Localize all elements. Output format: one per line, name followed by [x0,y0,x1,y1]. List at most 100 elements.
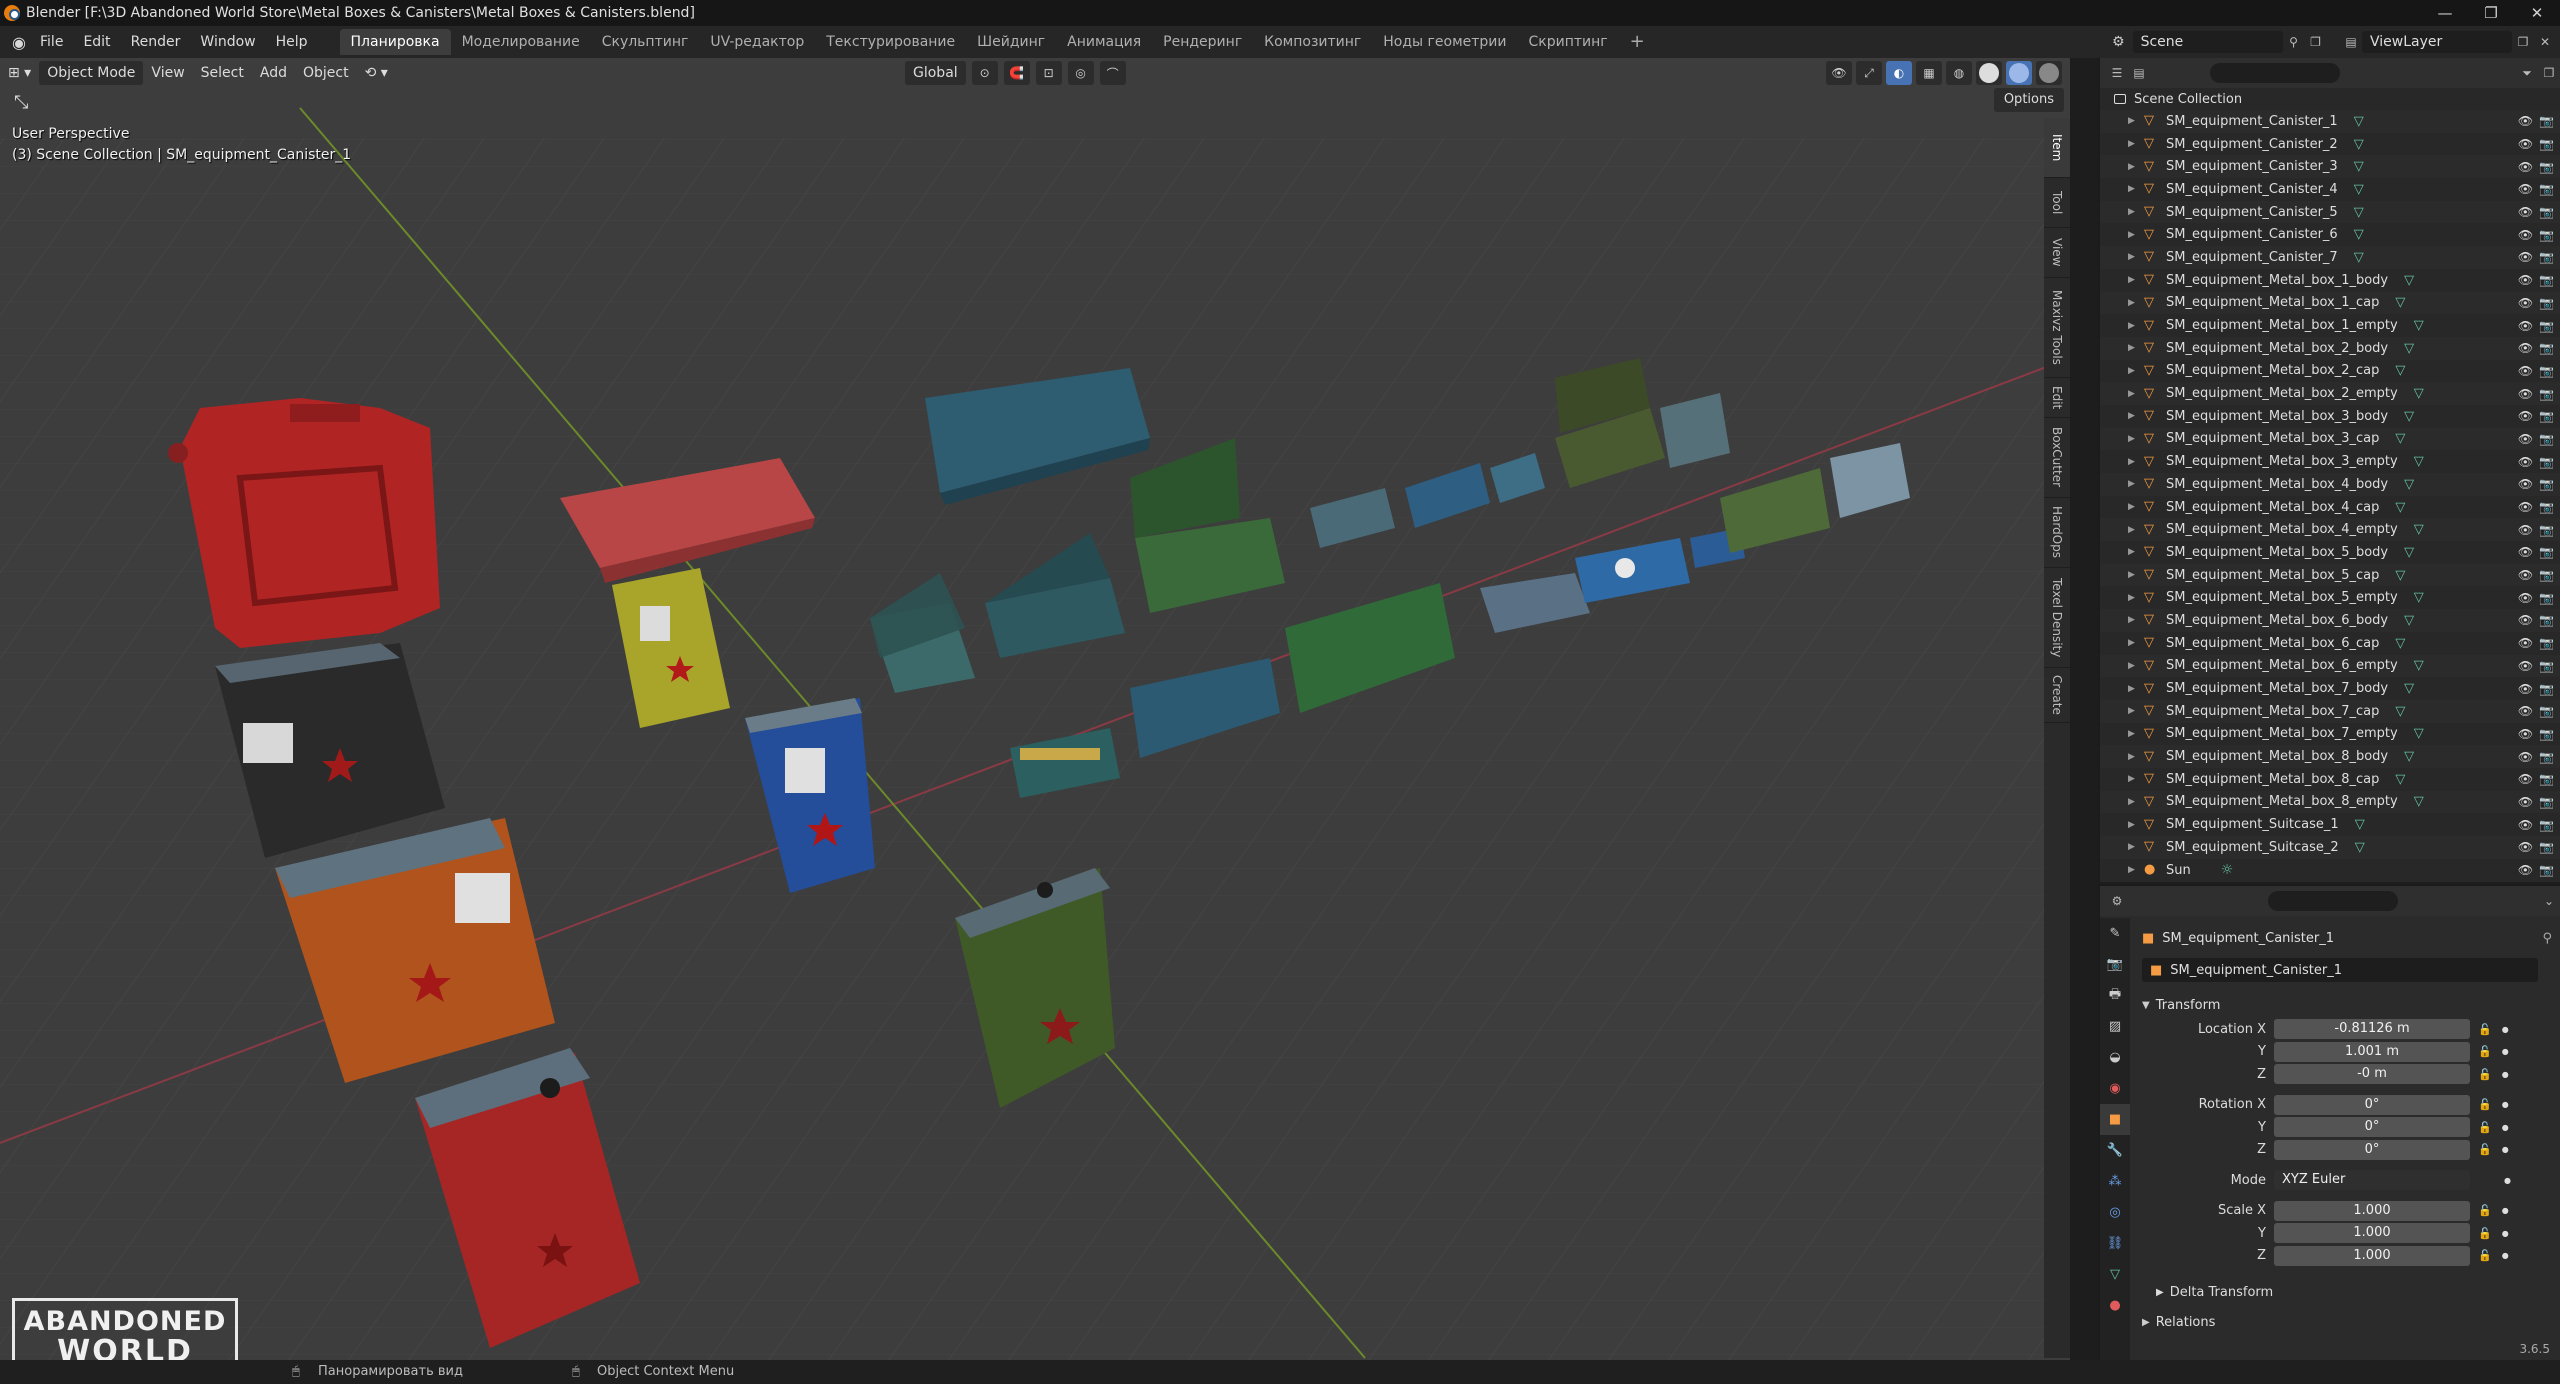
outliner-row[interactable]: ▶ ▽ SM_equipment_Canister_3 ▽ 👁 📷 [2100,155,2560,179]
view-layer-name-field[interactable]: ViewLayer [2362,31,2512,53]
scale-x-field[interactable]: 1.000 [2274,1200,2470,1221]
expand-arrow-icon[interactable]: ▶ [2128,252,2142,262]
eye-icon[interactable]: 👁 [2518,137,2533,151]
eye-icon[interactable]: 👁 [2518,863,2533,877]
menu-select[interactable]: Select [193,61,252,85]
camera-icon[interactable]: 📷 [2539,114,2554,128]
eye-icon[interactable]: 👁 [2518,364,2533,378]
mesh-data-icon[interactable]: ▽ [2404,477,2414,492]
orientation-dropdown[interactable]: Global [905,61,966,85]
tab-boxcutter[interactable]: BoxCutter [2044,418,2070,498]
tab-uv-editing[interactable]: UV-редактор [699,29,815,55]
outliner-row[interactable]: ▶ ▽ SM_equipment_Metal_box_7_cap ▽ 👁 📷 [2100,699,2560,723]
outliner-row[interactable]: ▶ ▽ SM_equipment_Metal_box_7_empty ▽ 👁 📷 [2100,723,2560,746]
mesh-data-icon[interactable]: ▽ [2395,568,2405,583]
relations-panel-header[interactable]: ▶ Relations [2134,1309,2560,1335]
eye-icon[interactable]: 👁 [2518,523,2533,537]
mesh-data-icon[interactable]: ▽ [2395,500,2405,515]
mesh-data-icon[interactable]: ▽ [2354,205,2364,220]
outliner-row[interactable]: ▶ ▽ SM_equipment_Metal_box_4_body ▽ 👁 📷 [2100,473,2560,496]
xray-icon[interactable]: ▦ [1916,61,1942,85]
mesh-data-icon[interactable]: ▽ [2414,726,2424,741]
lock-icon[interactable]: 🔓 [2478,1023,2492,1036]
keyframe-icon[interactable]: ● [2502,1123,2509,1132]
scene-selector[interactable]: ⚙ Scene ⚲ ❐ [2112,26,2352,58]
expand-arrow-icon[interactable]: ▶ [2128,162,2142,172]
select-tool-icon[interactable]: ⤡ [14,92,28,113]
eye-icon[interactable]: 👁 [2518,319,2533,333]
delta-transform-panel-header[interactable]: ▶ Delta Transform [2134,1279,2560,1305]
outliner-row[interactable]: ▶ ▽ SM_equipment_Metal_box_6_empty ▽ 👁 📷 [2100,654,2560,678]
eye-icon[interactable]: 👁 [2518,704,2533,718]
new-scene-icon[interactable]: ❐ [2305,31,2327,53]
expand-arrow-icon[interactable]: ▶ [2128,752,2142,762]
snap-target-icon[interactable]: ⊡ [1035,61,1062,85]
expand-arrow-icon[interactable]: ▶ [2128,298,2142,308]
outliner-row[interactable]: ▶ ▽ SM_equipment_Metal_box_5_cap ▽ 👁 📷 [2100,563,2560,587]
mesh-data-icon[interactable]: ▽ [2404,749,2414,764]
eye-icon[interactable]: 👁 [2518,409,2533,423]
outliner-row[interactable]: ▶ ▽ SM_equipment_Suitcase_2 ▽ 👁 📷 [2100,836,2560,859]
menu-edit[interactable]: Edit [73,26,120,58]
expand-arrow-icon[interactable]: ▶ [2128,525,2142,535]
falloff-icon[interactable]: ⌒ [1099,61,1126,85]
camera-icon[interactable]: 📷 [2539,818,2554,832]
outliner-row[interactable]: ▶ ▽ SM_equipment_Metal_box_6_body ▽ 👁 📷 [2100,609,2560,632]
eye-icon[interactable]: 👁 [2518,795,2533,809]
tab-create[interactable]: Create [2044,668,2070,723]
eye-icon[interactable]: 👁 [2518,750,2533,764]
mesh-data-icon[interactable]: ▽ [2395,636,2405,651]
pin-icon[interactable]: ⚲ [2542,931,2552,946]
visibility-icon[interactable]: 👁 [1826,61,1852,85]
material-preview-icon[interactable] [2006,61,2032,85]
eye-icon[interactable]: 👁 [2518,591,2533,605]
add-workspace-button[interactable]: + [1619,29,1656,55]
outliner-row[interactable]: ▶ ▽ SM_equipment_Metal_box_2_cap ▽ 👁 📷 [2100,360,2560,383]
properties-options-icon[interactable]: ⌄ [2538,890,2560,912]
solid-shading-icon[interactable] [1976,61,2002,85]
mesh-data-icon[interactable]: ▽ [2395,295,2405,310]
camera-icon[interactable]: 📷 [2539,250,2554,264]
camera-icon[interactable]: 📷 [2539,636,2554,650]
camera-icon[interactable]: 📷 [2539,772,2554,786]
tab-scripting[interactable]: Скриптинг [1518,29,1619,55]
menu-window[interactable]: Window [190,26,265,58]
eye-icon[interactable]: 👁 [2518,659,2533,673]
data-tab-icon[interactable]: ▽ [2100,1259,2130,1290]
outliner-row[interactable]: ▶ ▽ SM_equipment_Canister_4 ▽ 👁 📷 [2100,178,2560,201]
tab-rendering[interactable]: Рендеринг [1152,29,1253,55]
mesh-data-icon[interactable]: ▽ [2395,772,2405,787]
scene-tab-icon[interactable]: ◒ [2100,1042,2130,1073]
expand-arrow-icon[interactable]: ▶ [2128,661,2142,671]
mesh-data-icon[interactable]: ▽ [2414,522,2424,537]
rotation-z-field[interactable]: 0° [2274,1139,2470,1160]
object-name-field[interactable]: ■ SM_equipment_Canister_1 [2142,958,2538,982]
options-dropdown[interactable]: Options [1993,88,2064,112]
gizmos-icon[interactable]: ⤢ [1856,61,1882,85]
tab-view[interactable]: View [2044,228,2070,278]
camera-icon[interactable]: 📷 [2539,613,2554,627]
outliner-row[interactable]: ▶ ▽ SM_equipment_Metal_box_8_empty ▽ 👁 📷 [2100,790,2560,814]
expand-arrow-icon[interactable]: ▶ [2128,570,2142,580]
tool-tab-icon[interactable]: ✎ [2100,918,2130,949]
lock-icon[interactable]: 🔓 [2478,1204,2492,1217]
outliner-editor-icon[interactable]: ☰ [2106,62,2128,84]
expand-arrow-icon[interactable]: ▶ [2128,411,2142,421]
expand-arrow-icon[interactable]: ▶ [2128,638,2142,648]
camera-icon[interactable]: 📷 [2539,409,2554,423]
camera-icon[interactable]: 📷 [2539,273,2554,287]
location-z-field[interactable]: -0 m [2274,1064,2470,1085]
expand-arrow-icon[interactable]: ▶ [2128,457,2142,467]
scene-name-field[interactable]: Scene [2132,31,2283,53]
expand-arrow-icon[interactable]: ▶ [2128,706,2142,716]
keyframe-icon[interactable]: ● [2502,1070,2509,1079]
outliner-row[interactable]: ▶ ▽ SM_equipment_Metal_box_2_body ▽ 👁 📷 [2100,336,2560,360]
camera-icon[interactable]: 📷 [2539,840,2554,854]
camera-icon[interactable]: 📷 [2539,205,2554,219]
eye-icon[interactable]: 👁 [2518,114,2533,128]
mesh-data-icon[interactable]: ▽ [2404,273,2414,288]
camera-icon[interactable]: 📷 [2539,795,2554,809]
camera-icon[interactable]: 📷 [2539,750,2554,764]
mesh-data-icon[interactable]: ▽ [2414,386,2424,401]
modifier-tab-icon[interactable]: 🔧 [2100,1135,2130,1166]
